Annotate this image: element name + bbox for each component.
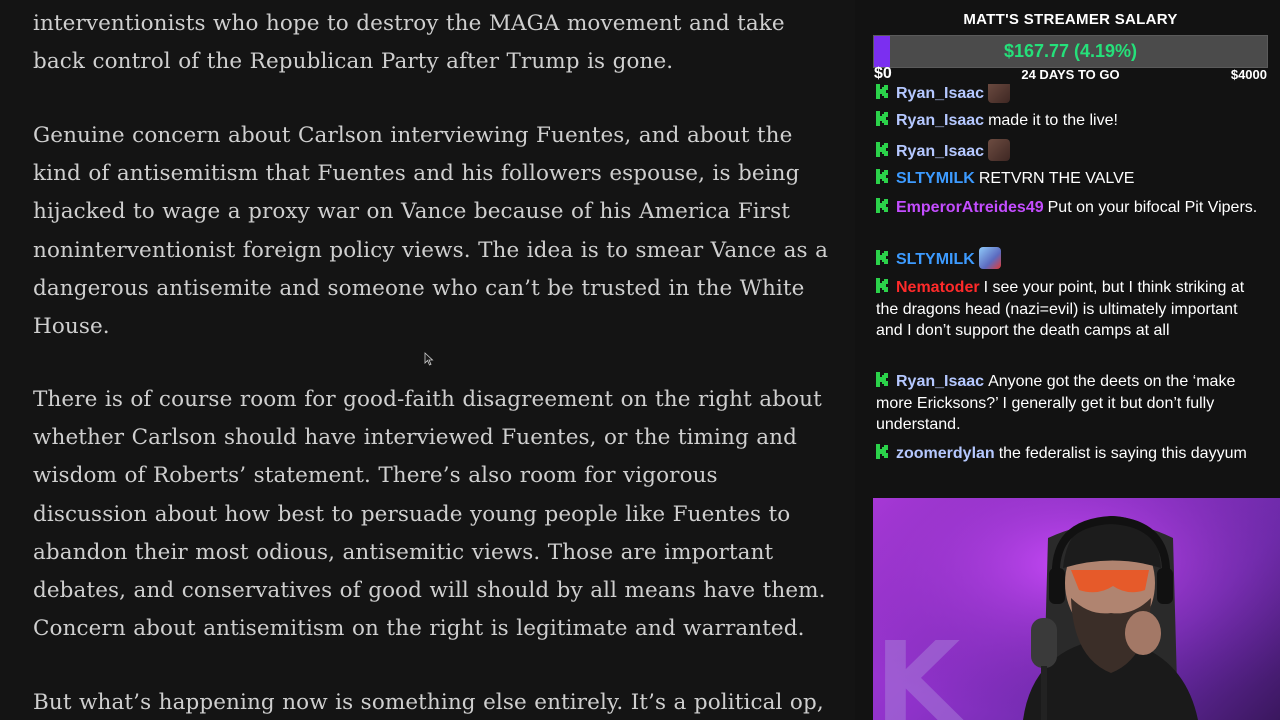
goal-max-label: $4000 [1230,67,1267,82]
goal-progress-bar: $167.77 (4.19%) [873,35,1268,68]
chat-username[interactable]: zoomerdylan [896,445,995,462]
article-paragraph: Genuine concern about Carlson interviewi… [33,123,828,340]
chat-username[interactable]: SLTYMILK [896,170,975,187]
webcam-scene: K [873,498,1280,720]
chat-message: Ryan_Isaac [876,84,1258,105]
backdrop-letter: K [875,618,964,720]
chat-username[interactable]: SLTYMILK [896,251,975,268]
article-view: interventionists who hope to destroy the… [0,0,855,720]
chat-message: zoomerdylan the federalist is saying this… [876,443,1258,465]
goal-amount: $167.77 (4.19%) [1003,41,1138,61]
chat-message: SLTYMILK RETVRN THE VALVE [876,168,1258,190]
article-paragraph: There is of course room for good-faith d… [33,387,826,642]
chat-message: Ryan_Isaac [876,139,1258,163]
article-paragraph: interventionists who hope to destroy the… [33,11,785,75]
chat-message: Ryan_Isaac Anyone got the deets on the ‘m… [876,371,1258,436]
emote-icon [978,247,1001,269]
chat-panel: Ryan_Isaac Ryan_Isaac made it to the live… [876,84,1261,494]
article-paragraph: But what’s happening now is something el… [33,690,824,715]
chat-username[interactable]: Nematoder [896,279,980,296]
kick-badge-icon [876,444,888,459]
salary-goal-widget: MATT'S STREAMER SALARY $167.77 (4.19%) $… [873,10,1268,88]
kick-badge-icon [876,198,888,213]
goal-title: MATT'S STREAMER SALARY [963,11,1178,28]
chat-message: Ryan_Isaac made it to the live! [876,110,1258,132]
chat-username[interactable]: Ryan_Isaac [896,373,984,390]
chat-text: RETVRN THE VALVE [978,170,1135,187]
chat-text: the federalist is saying this dayyum [998,445,1247,462]
chat-username[interactable]: Ryan_Isaac [896,85,984,102]
kick-badge-icon [876,372,888,387]
kick-badge-icon [876,250,888,265]
chat-message: Nematoder I see your point, but I think s… [876,277,1258,342]
kick-badge-icon [876,278,888,293]
chat-username[interactable]: Ryan_Isaac [896,112,984,129]
kick-badge-icon [876,84,888,99]
chat-username[interactable]: EmperorAtreides49 [896,199,1044,216]
webcam-feed: K [873,498,1280,720]
kick-badge-icon [876,169,888,184]
emote-icon [988,84,1011,103]
emote-icon [988,139,1011,161]
chat-message: SLTYMILK [876,247,1258,271]
kick-badge-icon [876,142,888,157]
chat-text: Put on your bifocal Pit Vipers. [1047,199,1258,216]
goal-days-remaining: 24 DAYS TO GO [1021,67,1120,82]
chat-message: EmperorAtreides49 Put on your bifocal Pit… [876,197,1258,219]
kick-badge-icon [876,111,888,126]
chat-text: made it to the live! [988,112,1118,129]
mouse-cursor-icon [424,352,434,366]
chat-username[interactable]: Ryan_Isaac [896,143,984,160]
